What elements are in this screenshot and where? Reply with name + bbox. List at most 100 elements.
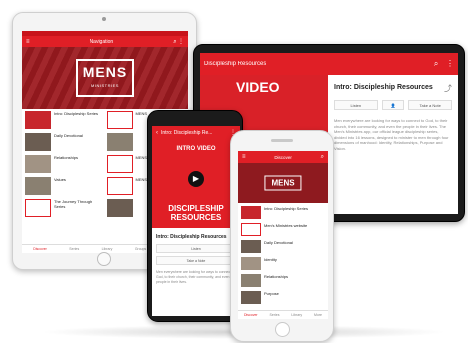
android-phone-device: ‹ Intro: Discipleship Re... ⋮ INTRO VIDE… (147, 110, 243, 322)
search-icon[interactable]: ⌕ (434, 59, 438, 68)
thumbnail (25, 177, 51, 195)
item-label: Daily Devotional (54, 133, 83, 138)
person-icon[interactable]: 👤 (381, 100, 405, 110)
mens-logo: MENS (264, 175, 302, 191)
search-icon[interactable]: ⌕ (321, 154, 324, 160)
share-icon[interactable]: ⤴ (444, 83, 452, 94)
android-title: Intro: Discipleship Re... (161, 130, 213, 136)
item-label: MENS (135, 155, 148, 160)
list-item[interactable]: Purpose (241, 291, 325, 304)
detail-body: Men everywhere are looking for ways to c… (156, 270, 236, 284)
item-label: Purpose (264, 291, 279, 296)
item-label: Intro: Discipleship Series (264, 206, 309, 211)
item-label: Values (54, 177, 66, 182)
home-button[interactable] (97, 252, 111, 266)
tab-library[interactable]: Library (102, 247, 113, 251)
list-item[interactable]: Daily Devotional (241, 240, 325, 253)
more-icon[interactable]: ⋮ (446, 59, 454, 68)
thumbnail (106, 177, 133, 195)
thumbnail (241, 240, 261, 253)
list-item[interactable]: Identity (241, 257, 325, 270)
thumbnail (241, 274, 261, 287)
detail-title: Intro: Discipleship Resources (156, 234, 227, 240)
item-label: Men's Ministries website (264, 223, 308, 228)
menu-icon[interactable]: ≡ (242, 154, 246, 160)
thumbnail (25, 199, 51, 217)
tab-groups[interactable]: Groups (135, 247, 146, 251)
take-note-button[interactable]: Take a Note (408, 100, 452, 110)
iphone-device: ≡ Discover ⌕ MENS Intro: Discipleship Se… (230, 130, 334, 342)
menu-icon[interactable]: ≡ (26, 39, 30, 45)
thumbnail (241, 206, 261, 219)
iphone-appbar: ≡ Discover ⌕ (238, 151, 328, 163)
search-icon[interactable]: ⌕ (173, 39, 176, 45)
logo-subtext: MINISTRIES (91, 83, 119, 88)
tab-series[interactable]: Series (270, 313, 280, 317)
item-label: Daily Devotional (264, 240, 293, 245)
thumbnail (241, 223, 261, 236)
detail-body: Men everywhere are looking for ways to c… (334, 118, 449, 151)
thumbnail (25, 111, 51, 129)
item-label: Identity (264, 257, 277, 262)
speaker-grille (271, 139, 293, 142)
tab-more[interactable]: More (314, 313, 322, 317)
ipad-appbar: ≡ Navigation ⌕ ⋮ (22, 36, 188, 47)
play-icon[interactable]: ▶ (188, 170, 204, 187)
thumbnail (241, 257, 261, 270)
ipad-camera (102, 17, 106, 21)
thumbnail (106, 155, 133, 173)
thumbnail (241, 291, 261, 304)
thumbnail (25, 155, 51, 173)
more-icon[interactable]: ⋮ (178, 39, 184, 45)
tablet-appbar: Discipleship Resources ⌕ ⋮ (200, 53, 458, 75)
video-title-line1: DISCIPLESHIP (168, 204, 224, 213)
logo-text: MENS (82, 64, 128, 80)
home-button[interactable] (275, 322, 290, 337)
item-label: Relationships (264, 274, 289, 279)
iphone-tab-bar: Discover Series Library More (238, 310, 328, 319)
list-item[interactable]: Intro: Discipleship Series (25, 111, 104, 129)
thumbnail (106, 133, 133, 151)
item-label: MENS (135, 111, 148, 116)
list-item[interactable]: The Journey Through Series (25, 199, 104, 217)
action-buttons: Listen Take a Note (152, 244, 240, 265)
video-label: VIDEO (236, 79, 280, 95)
list-item[interactable]: Men's Ministries website (241, 223, 325, 236)
detail-title: Intro: Discipleship Resources (334, 84, 433, 91)
item-label: MENS (135, 177, 148, 182)
listen-button[interactable]: Listen (156, 244, 236, 253)
tab-series[interactable]: Series (69, 247, 79, 251)
tablet-detail-pane: Intro: Discipleship Resources ⤴ Listen 👤… (328, 75, 458, 214)
list-item[interactable]: Values (25, 177, 104, 195)
thumbnail (25, 133, 51, 151)
listen-button[interactable]: Listen (334, 100, 378, 110)
thumbnail (106, 199, 133, 217)
take-note-button[interactable]: Take a Note (156, 256, 236, 265)
video-title-line2: RESOURCES (170, 213, 222, 222)
android-appbar: ‹ Intro: Discipleship Re... ⋮ (152, 126, 240, 140)
item-label: Intro: Discipleship Series (54, 111, 99, 116)
list-item[interactable]: Daily Devotional (25, 133, 104, 151)
android-screen: ‹ Intro: Discipleship Re... ⋮ INTRO VIDE… (152, 126, 240, 316)
iphone-title: Discover (274, 154, 292, 160)
list-item[interactable]: Intro: Discipleship Series (241, 206, 325, 219)
thumbnail (106, 111, 133, 129)
video-player[interactable]: INTRO VIDEO ▶ DISCIPLESHIP RESOURCES (152, 140, 240, 228)
ipad-title: Navigation (89, 38, 114, 45)
list-item[interactable]: Relationships (241, 274, 325, 287)
ipad-hero-banner: MENS MINISTRIES (22, 47, 188, 109)
iphone-hero-banner: MENS (238, 163, 328, 203)
item-label: The Journey Through Series (54, 199, 93, 209)
list-item[interactable]: Relationships (25, 155, 104, 173)
product-showcase: ≡ Navigation ⌕ ⋮ MENS MINISTRIES Intro: … (0, 0, 468, 343)
intro-video-label: INTRO VIDEO (176, 146, 216, 152)
tablet-title: Discipleship Resources (204, 61, 267, 67)
iphone-content-list: Intro: Discipleship Series Men's Ministr… (238, 203, 328, 311)
item-label: Relationships (54, 155, 79, 160)
tab-discover[interactable]: Discover (244, 313, 258, 317)
iphone-screen: ≡ Discover ⌕ MENS Intro: Discipleship Se… (238, 151, 328, 319)
video-title: DISCIPLESHIP RESOURCES (152, 204, 240, 222)
tab-library[interactable]: Library (291, 313, 302, 317)
tab-discover[interactable]: Discover (33, 247, 47, 251)
mens-logo: MENS MINISTRIES (76, 59, 134, 97)
